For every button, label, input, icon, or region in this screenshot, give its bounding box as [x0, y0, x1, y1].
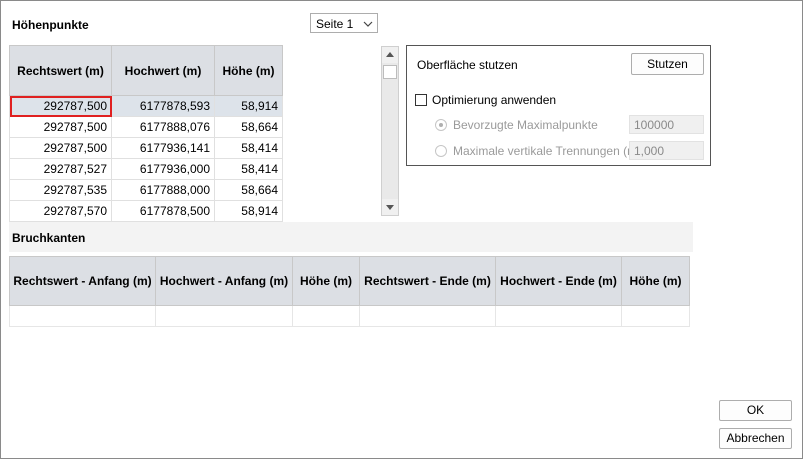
breaklines-header-bar: [9, 222, 693, 252]
col-header-easting-end[interactable]: Rechtswert - Ende (m): [359, 256, 496, 306]
cell-northing[interactable]: 6177878,500: [111, 200, 215, 222]
col-header-height[interactable]: Höhe (m): [214, 45, 283, 96]
cell-height[interactable]: 58,664: [214, 179, 283, 201]
ok-button[interactable]: OK: [719, 400, 792, 421]
scroll-thumb[interactable]: [383, 65, 397, 79]
surface-options-panel: Oberfläche stutzen Stutzen Optimierung a…: [406, 45, 711, 166]
heights-table: Rechtswert (m) Hochwert (m) Höhe (m) 292…: [9, 45, 283, 222]
empty-cell[interactable]: [292, 305, 360, 327]
breaklines-table: Rechtswert - Anfang (m) Hochwert - Anfan…: [9, 256, 690, 327]
max-vertical-sep-input[interactable]: 1,000: [629, 141, 704, 160]
table-row[interactable]: 292787,527 6177936,000 58,414: [9, 158, 283, 180]
chevron-down-icon: [363, 18, 373, 32]
col-header-easting-start[interactable]: Rechtswert - Anfang (m): [9, 256, 156, 306]
cell-easting[interactable]: 292787,500: [9, 137, 112, 159]
table-row[interactable]: 292787,535 6177888,000 58,664: [9, 179, 283, 201]
cell-easting[interactable]: 292787,500: [9, 116, 112, 138]
cell-northing[interactable]: 6177888,000: [111, 179, 215, 201]
cancel-button[interactable]: Abbrechen: [719, 428, 792, 449]
scroll-down-button[interactable]: [382, 199, 398, 215]
breaklines-title: Bruchkanten: [12, 231, 86, 245]
preferred-max-points-radio[interactable]: [435, 119, 447, 131]
optimize-checkbox[interactable]: [415, 94, 427, 106]
cell-northing[interactable]: 6177936,141: [111, 137, 215, 159]
heights-title: Höhenpunkte: [12, 18, 89, 32]
empty-cell[interactable]: [359, 305, 496, 327]
table-row[interactable]: 292787,500 6177878,593 58,914: [9, 95, 283, 117]
cell-easting[interactable]: 292787,527: [9, 158, 112, 180]
col-header-height-end[interactable]: Höhe (m): [621, 256, 690, 306]
cell-easting[interactable]: 292787,500: [9, 95, 112, 117]
empty-cell[interactable]: [155, 305, 293, 327]
heights-scrollbar[interactable]: [381, 46, 399, 216]
optimize-label[interactable]: Optimierung anwenden: [432, 93, 556, 107]
cell-height[interactable]: 58,914: [214, 95, 283, 117]
scroll-up-button[interactable]: [382, 47, 398, 63]
cell-height[interactable]: 58,414: [214, 158, 283, 180]
cell-northing[interactable]: 6177888,076: [111, 116, 215, 138]
preferred-max-points-input[interactable]: 100000: [629, 115, 704, 134]
clip-button[interactable]: Stutzen: [631, 53, 704, 75]
table-row[interactable]: [9, 305, 690, 327]
page-select-value: Seite 1: [316, 17, 354, 31]
cell-height[interactable]: 58,664: [214, 116, 283, 138]
cell-height[interactable]: 58,914: [214, 200, 283, 222]
col-header-easting[interactable]: Rechtswert (m): [9, 45, 112, 96]
empty-cell[interactable]: [621, 305, 690, 327]
arrow-up-icon: [386, 52, 394, 57]
cell-northing[interactable]: 6177878,593: [111, 95, 215, 117]
cell-easting[interactable]: 292787,570: [9, 200, 112, 222]
table-row[interactable]: 292787,500 6177888,076 58,664: [9, 116, 283, 138]
arrow-down-icon: [386, 205, 394, 210]
cell-easting[interactable]: 292787,535: [9, 179, 112, 201]
col-header-height-start[interactable]: Höhe (m): [292, 256, 360, 306]
cell-northing[interactable]: 6177936,000: [111, 158, 215, 180]
empty-cell[interactable]: [9, 305, 156, 327]
max-vertical-sep-radio[interactable]: [435, 145, 447, 157]
preferred-max-points-label: Bevorzugte Maximalpunkte: [453, 118, 598, 132]
table-row[interactable]: 292787,500 6177936,141 58,414: [9, 137, 283, 159]
max-vertical-sep-label: Maximale vertikale Trennungen (m): [453, 144, 642, 158]
clip-surface-label: Oberfläche stutzen: [417, 58, 518, 72]
col-header-northing-end[interactable]: Hochwert - Ende (m): [495, 256, 622, 306]
col-header-northing-start[interactable]: Hochwert - Anfang (m): [155, 256, 293, 306]
page-select[interactable]: Seite 1: [310, 13, 378, 33]
cell-height[interactable]: 58,414: [214, 137, 283, 159]
col-header-northing[interactable]: Hochwert (m): [111, 45, 215, 96]
empty-cell[interactable]: [495, 305, 622, 327]
table-row[interactable]: 292787,570 6177878,500 58,914: [9, 200, 283, 222]
